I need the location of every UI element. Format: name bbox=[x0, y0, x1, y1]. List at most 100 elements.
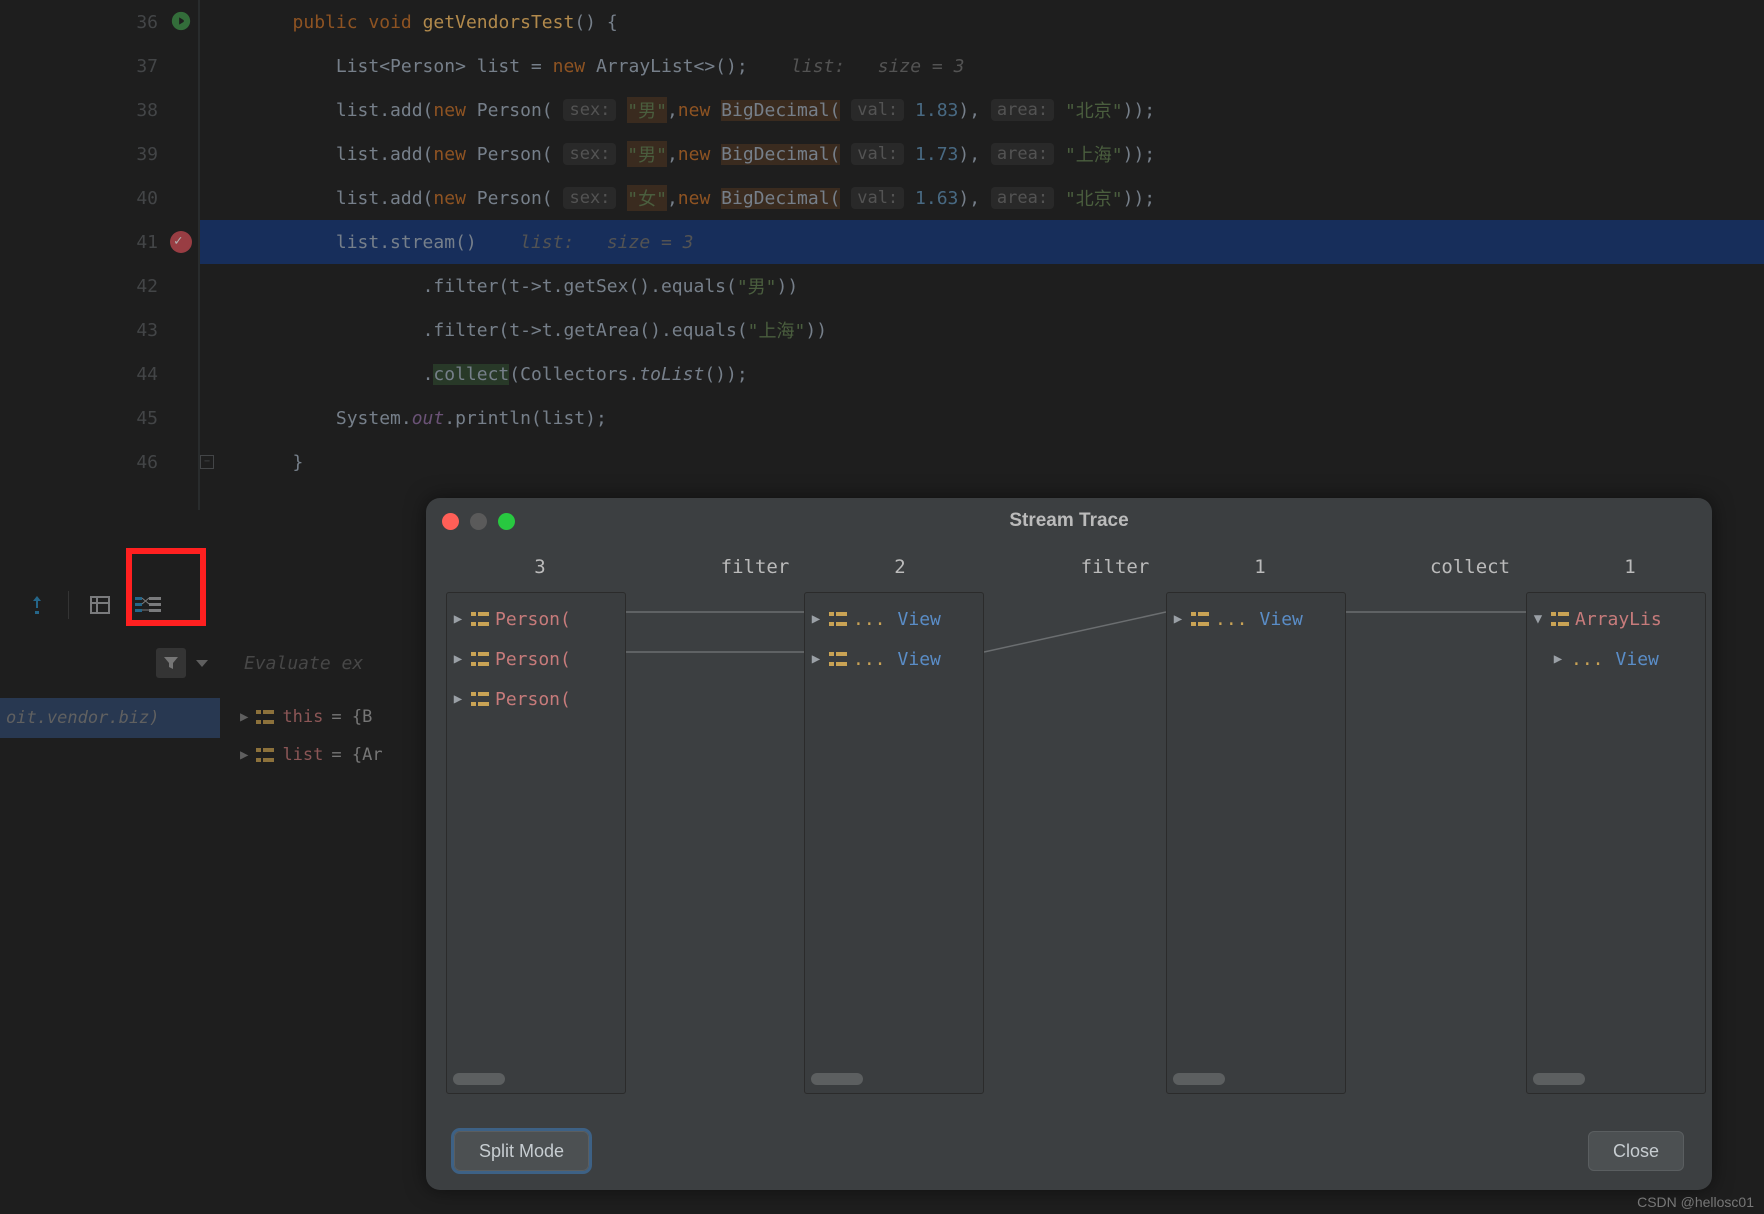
close-button[interactable]: Close bbox=[1588, 1131, 1684, 1171]
view-link[interactable]: View bbox=[1260, 609, 1303, 630]
code-text: Person( bbox=[477, 100, 553, 121]
list-item[interactable]: ▶Person( bbox=[451, 639, 621, 679]
variables-tree[interactable]: ▶this = {B ▶list = {Ar bbox=[240, 698, 440, 774]
step-into-icon[interactable] bbox=[20, 588, 54, 622]
kw: new bbox=[678, 188, 721, 209]
chevron-right-icon[interactable]: ▶ bbox=[240, 747, 248, 763]
param-hint: val: bbox=[851, 99, 904, 121]
code-text: list.stream() bbox=[336, 232, 477, 253]
param-hint: val: bbox=[851, 187, 904, 209]
field-icon bbox=[1551, 612, 1569, 626]
view-link[interactable]: View bbox=[1616, 649, 1659, 670]
dialog-title: Stream Trace bbox=[426, 510, 1712, 532]
stage-panel-filter1[interactable]: ▶... View ▶... View bbox=[804, 592, 984, 1094]
list-item[interactable]: ▶Person( bbox=[451, 599, 621, 639]
string: "女" bbox=[627, 185, 667, 211]
kw: public bbox=[293, 12, 358, 33]
code-text: BigDecimal( bbox=[721, 144, 840, 165]
inlay-hint: size = 3 bbox=[878, 56, 965, 77]
frames-list[interactable]: oit.vendor.biz) bbox=[0, 698, 220, 738]
inlay-hint: size = 3 bbox=[607, 232, 694, 253]
chevron-right-icon[interactable]: ▶ bbox=[1551, 651, 1565, 667]
code-text: )); bbox=[1123, 144, 1156, 165]
chevron-down-icon[interactable]: ▼ bbox=[1531, 611, 1545, 627]
view-link[interactable]: View bbox=[898, 649, 941, 670]
chevron-right-icon[interactable]: ▶ bbox=[809, 611, 823, 627]
field-icon bbox=[256, 710, 274, 724]
run-gutter-icon[interactable] bbox=[170, 10, 192, 32]
stage-panel-collect[interactable]: ▼ArrayLis ▶... View bbox=[1526, 592, 1706, 1094]
field-icon bbox=[829, 612, 847, 626]
view-link[interactable]: View bbox=[898, 609, 941, 630]
connector-line bbox=[626, 592, 804, 712]
code-text: collect bbox=[433, 364, 509, 385]
dropdown-icon[interactable] bbox=[196, 660, 208, 667]
stage-panel-filter2[interactable]: ▶... View bbox=[1166, 592, 1346, 1094]
chevron-right-icon[interactable]: ▶ bbox=[809, 651, 823, 667]
fold-icon[interactable]: − bbox=[200, 455, 214, 469]
list-item[interactable]: ▶Person( bbox=[451, 679, 621, 719]
line-number: 39 bbox=[136, 144, 158, 165]
field-icon bbox=[256, 748, 274, 762]
field-icon bbox=[471, 692, 489, 706]
stage-count: 1 bbox=[1570, 556, 1690, 578]
table-view-icon[interactable] bbox=[83, 588, 117, 622]
frame-row[interactable]: oit.vendor.biz) bbox=[0, 698, 220, 738]
string: "上海" bbox=[1065, 141, 1123, 167]
horizontal-scrollbar[interactable] bbox=[1173, 1073, 1225, 1085]
horizontal-scrollbar[interactable] bbox=[1533, 1073, 1585, 1085]
variable-row[interactable]: ▶list = {Ar bbox=[240, 736, 440, 774]
connector-line bbox=[1346, 592, 1526, 652]
code-area[interactable]: public void getVendorsTest() { List<Pers… bbox=[200, 0, 1764, 510]
code-text: )); bbox=[1123, 100, 1156, 121]
evaluate-expression-input[interactable]: Evaluate ex bbox=[230, 640, 363, 686]
chevron-right-icon[interactable]: ▶ bbox=[1171, 611, 1185, 627]
code-text: out bbox=[412, 408, 445, 429]
chevron-right-icon[interactable]: ▶ bbox=[451, 651, 465, 667]
param-hint: val: bbox=[851, 143, 904, 165]
param-hint: sex: bbox=[563, 187, 616, 209]
list-item[interactable]: ▶... View bbox=[809, 639, 979, 679]
stage-count: 2 bbox=[840, 556, 960, 578]
horizontal-scrollbar[interactable] bbox=[453, 1073, 505, 1085]
list-item[interactable]: ▼ArrayLis bbox=[1531, 599, 1701, 639]
inlay-hint: list: bbox=[791, 56, 845, 77]
code-text: list.add( bbox=[336, 188, 434, 209]
variable-row[interactable]: ▶this = {B bbox=[240, 698, 440, 736]
dialog-titlebar[interactable]: Stream Trace bbox=[426, 498, 1712, 544]
line-number: 46 bbox=[136, 452, 158, 473]
horizontal-scrollbar[interactable] bbox=[811, 1073, 863, 1085]
code-editor[interactable]: 36 37 38 39 40 41 42 43 44 45 46 − publi… bbox=[0, 0, 1764, 510]
line-number: 36 bbox=[136, 12, 158, 33]
chevron-right-icon[interactable]: ▶ bbox=[240, 709, 248, 725]
list-item[interactable]: ▶... View bbox=[1531, 639, 1701, 679]
number: 1.73 bbox=[915, 144, 958, 165]
param-hint: sex: bbox=[563, 143, 616, 165]
code-text: () { bbox=[574, 12, 617, 33]
kw: new bbox=[433, 188, 476, 209]
stage-count: 3 bbox=[480, 556, 600, 578]
split-mode-button[interactable]: Split Mode bbox=[454, 1131, 589, 1171]
watermark-text: CSDN @hellosc01 bbox=[1637, 1194, 1754, 1210]
number: 1.63 bbox=[915, 188, 958, 209]
chevron-right-icon[interactable]: ▶ bbox=[451, 691, 465, 707]
kw: new bbox=[678, 100, 721, 121]
breakpoint-icon[interactable] bbox=[170, 231, 192, 253]
code-text: } bbox=[293, 452, 304, 473]
code-text: , bbox=[667, 144, 678, 165]
list-item[interactable]: ▶... View bbox=[809, 599, 979, 639]
code-text: .filter(t->t.getSex().equals( bbox=[423, 276, 737, 297]
code-text: ), bbox=[958, 144, 980, 165]
line-number: 38 bbox=[136, 100, 158, 121]
line-number: 43 bbox=[136, 320, 158, 341]
filter-icon[interactable] bbox=[156, 648, 186, 678]
chevron-right-icon[interactable]: ▶ bbox=[451, 611, 465, 627]
line-number: 44 bbox=[136, 364, 158, 385]
connector-line bbox=[984, 592, 1166, 712]
param-hint: area: bbox=[991, 143, 1054, 165]
stage-panel-source[interactable]: ▶Person( ▶Person( ▶Person( bbox=[446, 592, 626, 1094]
list-item[interactable]: ▶... View bbox=[1171, 599, 1341, 639]
code-text: Person( bbox=[477, 144, 553, 165]
annotation-highlight-box bbox=[126, 548, 206, 626]
code-text: , bbox=[667, 100, 678, 121]
